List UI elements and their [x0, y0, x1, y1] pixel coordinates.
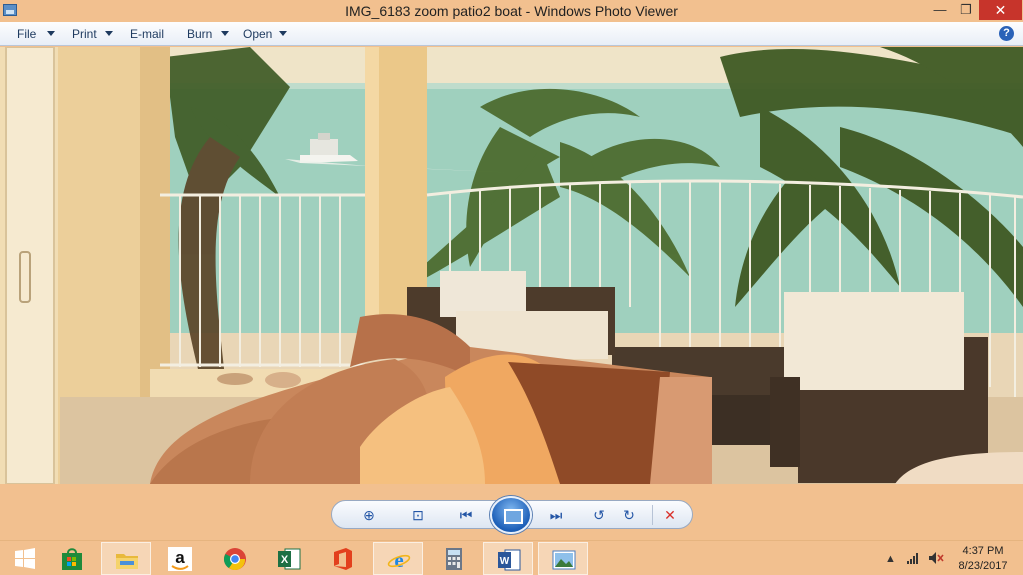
clock-time: 4:37 PM	[962, 545, 1004, 557]
taskbar-internet-explorer[interactable]: e	[373, 542, 423, 575]
actual-size-icon[interactable]: ⊡	[405, 505, 431, 525]
previous-button[interactable]: ⏮	[450, 505, 482, 525]
volume-muted-icon[interactable]	[928, 551, 944, 565]
taskbar-office[interactable]	[318, 542, 368, 575]
file-explorer-icon	[116, 554, 138, 569]
chrome-icon	[223, 548, 246, 571]
help-icon[interactable]: ?	[999, 26, 1014, 41]
menu-bar: File Print E-mail Burn Open ?	[0, 22, 1023, 46]
taskbar-clock[interactable]: 4:37 PM 8/23/2017	[948, 544, 1018, 574]
store-icon	[62, 548, 82, 570]
chevron-down-icon[interactable]	[221, 31, 229, 36]
taskbar-chrome[interactable]	[210, 542, 260, 575]
excel-icon: X	[278, 548, 301, 570]
taskbar-amazon[interactable]: a	[155, 542, 205, 575]
maximize-button[interactable]: ❐	[954, 0, 978, 20]
svg-text:a: a	[175, 548, 185, 567]
window-title: IMG_6183 zoom patio2 boat - Windows Phot…	[345, 3, 678, 19]
taskbar-calculator[interactable]	[429, 542, 479, 575]
menu-print[interactable]: Print	[72, 27, 97, 41]
menu-open[interactable]: Open	[243, 27, 272, 41]
minimize-button[interactable]: —	[926, 0, 954, 20]
svg-text:X: X	[281, 554, 289, 566]
rotate-clockwise-icon[interactable]: ↻	[618, 505, 640, 525]
menu-email[interactable]: E-mail	[130, 27, 164, 41]
divider	[652, 505, 653, 525]
chevron-down-icon[interactable]	[279, 31, 287, 36]
balcony-ocean-photo	[0, 47, 1023, 484]
tray-overflow-icon[interactable]: ▲	[885, 553, 896, 565]
viewer-control-bar: ⊕ ⊡ ⏮ ⏭ ↺ ↻ ✕	[0, 484, 1023, 540]
taskbar-word[interactable]: W	[483, 542, 533, 575]
menu-burn[interactable]: Burn	[187, 27, 212, 41]
title-bar: IMG_6183 zoom patio2 boat - Windows Phot…	[0, 0, 1023, 22]
taskbar-photo-viewer[interactable]	[538, 542, 588, 575]
word-icon: W	[498, 549, 521, 571]
svg-text:e: e	[394, 548, 403, 572]
calculator-icon	[446, 548, 462, 570]
menu-file[interactable]: File	[17, 27, 36, 41]
taskbar-excel[interactable]: X	[264, 542, 314, 575]
rotate-counterclockwise-icon[interactable]: ↺	[588, 505, 610, 525]
zoom-icon[interactable]: ⊕	[355, 505, 383, 525]
chevron-down-icon[interactable]	[105, 31, 113, 36]
close-button[interactable]: ✕	[979, 0, 1022, 20]
photo-display[interactable]	[0, 47, 1023, 484]
slideshow-button[interactable]	[490, 496, 532, 534]
chevron-down-icon[interactable]	[47, 31, 55, 36]
network-signal-icon[interactable]	[906, 551, 920, 565]
delete-icon[interactable]: ✕	[659, 505, 681, 525]
taskbar-file-explorer[interactable]	[101, 542, 151, 575]
clock-date: 8/23/2017	[958, 560, 1008, 572]
taskbar: a X e W ▲ 4:37 PM 8/23/2017	[0, 540, 1023, 575]
taskbar-store[interactable]	[47, 542, 97, 575]
office-icon	[334, 548, 352, 570]
start-button[interactable]	[0, 542, 50, 575]
internet-explorer-icon: e	[387, 548, 411, 572]
photo-viewer-icon	[552, 550, 576, 570]
amazon-icon: a	[168, 547, 192, 571]
svg-text:W: W	[500, 556, 510, 567]
windows-logo-icon	[15, 548, 35, 569]
next-button[interactable]: ⏭	[540, 505, 572, 525]
